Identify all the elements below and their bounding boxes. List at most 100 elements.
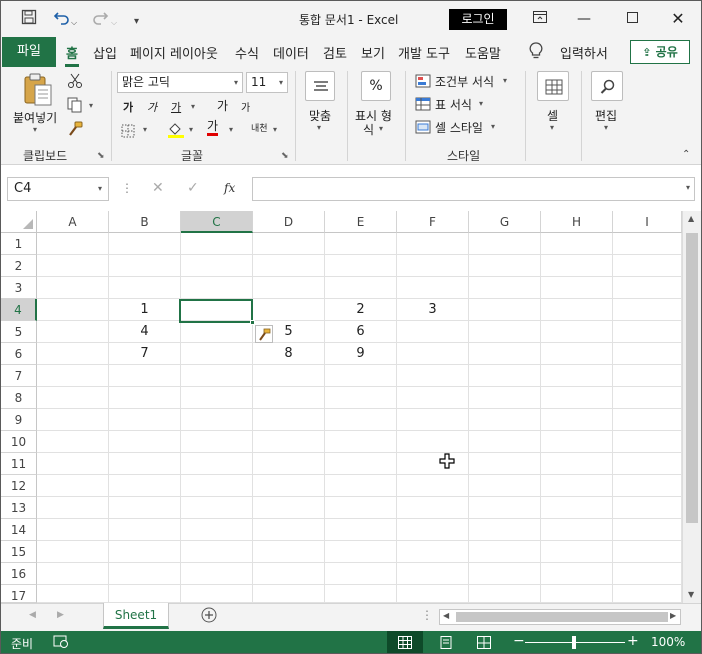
cell-g15[interactable]	[469, 541, 541, 563]
cell-b8[interactable]	[109, 387, 181, 409]
cell-d8[interactable]	[253, 387, 325, 409]
cell-g2[interactable]	[469, 255, 541, 277]
clipboard-launcher-icon[interactable]: ⬊	[97, 151, 105, 161]
cell-i16[interactable]	[613, 563, 682, 585]
cell-g1[interactable]	[469, 233, 541, 255]
copy-icon[interactable]	[67, 97, 83, 117]
cell-h3[interactable]	[541, 277, 613, 299]
tab-split-grip-icon[interactable]: ⋮	[421, 608, 433, 622]
active-cell-border[interactable]	[179, 299, 253, 323]
cell-i1[interactable]	[613, 233, 682, 255]
next-sheet-icon[interactable]: ▶	[57, 610, 64, 620]
cell-g12[interactable]	[469, 475, 541, 497]
paste-options-button[interactable]	[255, 325, 273, 343]
cell-e13[interactable]	[325, 497, 397, 519]
cell-b4[interactable]: 1	[109, 299, 181, 321]
cell-c14[interactable]	[181, 519, 253, 541]
cell-c12[interactable]	[181, 475, 253, 497]
row-header-5[interactable]: 5	[1, 321, 37, 343]
cell-a6[interactable]	[37, 343, 109, 365]
horizontal-scrollbar[interactable]: ◀ ▶	[439, 609, 681, 625]
cell-f6[interactable]	[397, 343, 469, 365]
cell-d1[interactable]	[253, 233, 325, 255]
cell-f11[interactable]	[397, 453, 469, 475]
select-all-corner[interactable]	[1, 211, 37, 233]
cell-f14[interactable]	[397, 519, 469, 541]
cell-c7[interactable]	[181, 365, 253, 387]
cell-i11[interactable]	[613, 453, 682, 475]
cell-i3[interactable]	[613, 277, 682, 299]
row-header-17[interactable]: 17	[1, 585, 37, 603]
cell-e7[interactable]	[325, 365, 397, 387]
fill-color-dropdown-icon[interactable]: ▾	[189, 125, 193, 134]
scroll-right-icon[interactable]: ▶	[670, 611, 676, 620]
cell-e9[interactable]	[325, 409, 397, 431]
cell-g3[interactable]	[469, 277, 541, 299]
column-header-d[interactable]: D	[253, 211, 325, 233]
cell-c17[interactable]	[181, 585, 253, 603]
insert-function-icon[interactable]: fx	[224, 181, 235, 195]
cell-g14[interactable]	[469, 519, 541, 541]
cell-c15[interactable]	[181, 541, 253, 563]
number-format-label-2[interactable]: 식	[363, 121, 374, 138]
cell-g13[interactable]	[469, 497, 541, 519]
cell-b6[interactable]: 7	[109, 343, 181, 365]
row-header-16[interactable]: 16	[1, 563, 37, 585]
cell-c16[interactable]	[181, 563, 253, 585]
ribbon-display-options-icon[interactable]	[525, 7, 555, 31]
row-header-7[interactable]: 7	[1, 365, 37, 387]
cell-a9[interactable]	[37, 409, 109, 431]
tab-file[interactable]: 파일	[2, 37, 56, 67]
undo-dropdown-icon[interactable]: ⌵	[71, 13, 77, 33]
fill-color-icon[interactable]	[167, 121, 185, 143]
cell-i6[interactable]	[613, 343, 682, 365]
font-size-select[interactable]: 11 ▾	[246, 72, 288, 93]
shrink-font-button[interactable]: 가	[241, 99, 250, 114]
cell-f13[interactable]	[397, 497, 469, 519]
borders-icon[interactable]	[121, 123, 135, 142]
normal-view-button[interactable]	[387, 631, 423, 653]
column-header-b[interactable]: B	[109, 211, 181, 233]
cell-h7[interactable]	[541, 365, 613, 387]
cell-g7[interactable]	[469, 365, 541, 387]
cells-label[interactable]: 셀	[547, 107, 558, 124]
cell-d6[interactable]: 8	[253, 343, 325, 365]
copy-dropdown-icon[interactable]: ▾	[89, 101, 93, 110]
page-layout-view-icon[interactable]	[439, 636, 453, 652]
cell-g16[interactable]	[469, 563, 541, 585]
cell-f4[interactable]: 3	[397, 299, 469, 321]
cell-d13[interactable]	[253, 497, 325, 519]
cell-f9[interactable]	[397, 409, 469, 431]
row-header-2[interactable]: 2	[1, 255, 37, 277]
cell-i4[interactable]	[613, 299, 682, 321]
cell-d4[interactable]	[253, 299, 325, 321]
cell-c6[interactable]	[181, 343, 253, 365]
cell-a5[interactable]	[37, 321, 109, 343]
cells-button[interactable]	[537, 71, 569, 101]
cell-a17[interactable]	[37, 585, 109, 603]
cell-e14[interactable]	[325, 519, 397, 541]
cell-c11[interactable]	[181, 453, 253, 475]
cell-i8[interactable]	[613, 387, 682, 409]
cell-c8[interactable]	[181, 387, 253, 409]
phonetic-button[interactable]: 내천	[251, 121, 268, 134]
cell-i5[interactable]	[613, 321, 682, 343]
row-header-14[interactable]: 14	[1, 519, 37, 541]
lightbulb-icon[interactable]	[529, 42, 543, 64]
cell-d16[interactable]	[253, 563, 325, 585]
cell-e17[interactable]	[325, 585, 397, 603]
cell-c2[interactable]	[181, 255, 253, 277]
font-color-button[interactable]: 가	[207, 119, 219, 136]
cell-f5[interactable]	[397, 321, 469, 343]
maximize-icon[interactable]	[617, 7, 647, 31]
macro-record-icon[interactable]	[53, 635, 69, 652]
cell-d10[interactable]	[253, 431, 325, 453]
grow-font-button[interactable]: 가	[217, 97, 228, 114]
tab-review[interactable]: 검토	[323, 43, 347, 62]
cell-f7[interactable]	[397, 365, 469, 387]
row-header-6[interactable]: 6	[1, 343, 37, 365]
phonetic-dropdown-icon[interactable]: ▾	[273, 125, 277, 134]
zoom-slider-thumb[interactable]	[572, 636, 576, 649]
table-format-icon[interactable]	[415, 96, 431, 115]
cell-g4[interactable]	[469, 299, 541, 321]
